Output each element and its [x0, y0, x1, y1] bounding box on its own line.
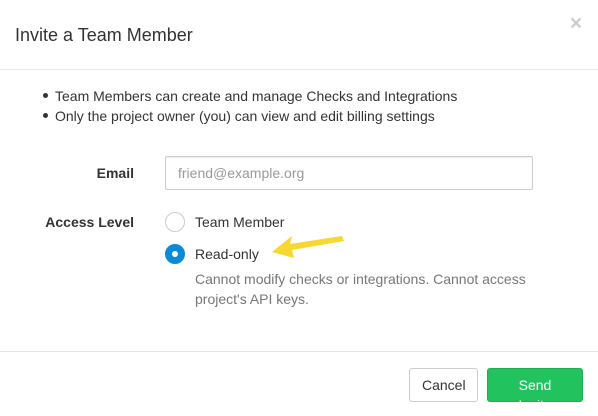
email-label: Email — [96, 165, 134, 181]
dialog-header: Invite a Team Member × — [0, 0, 598, 70]
permission-item: Team Members can create and manage Check… — [42, 86, 457, 106]
close-icon[interactable]: × — [569, 12, 583, 36]
dialog-footer: Cancel Send Invite — [0, 351, 598, 416]
dialog-title: Invite a Team Member — [15, 25, 193, 45]
permissions-list: Team Members can create and manage Check… — [42, 86, 457, 126]
read-only-help-text: Cannot modify checks or integrations. Ca… — [195, 271, 526, 307]
permission-item: Only the project owner (you) can view an… — [42, 106, 457, 126]
cancel-button[interactable]: Cancel — [409, 368, 478, 402]
invite-dialog: Invite a Team Member × Team Members can … — [0, 0, 598, 416]
arrow-annotation-icon — [272, 236, 344, 258]
access-level-label: Access Level — [45, 214, 134, 230]
radio-button-checked[interactable] — [165, 244, 185, 264]
radio-button-unchecked[interactable] — [165, 212, 185, 232]
email-input[interactable] — [165, 156, 533, 190]
send-invite-button[interactable]: Send Invite — [487, 368, 583, 413]
radio-label-read-only: Read-only — [195, 246, 259, 262]
